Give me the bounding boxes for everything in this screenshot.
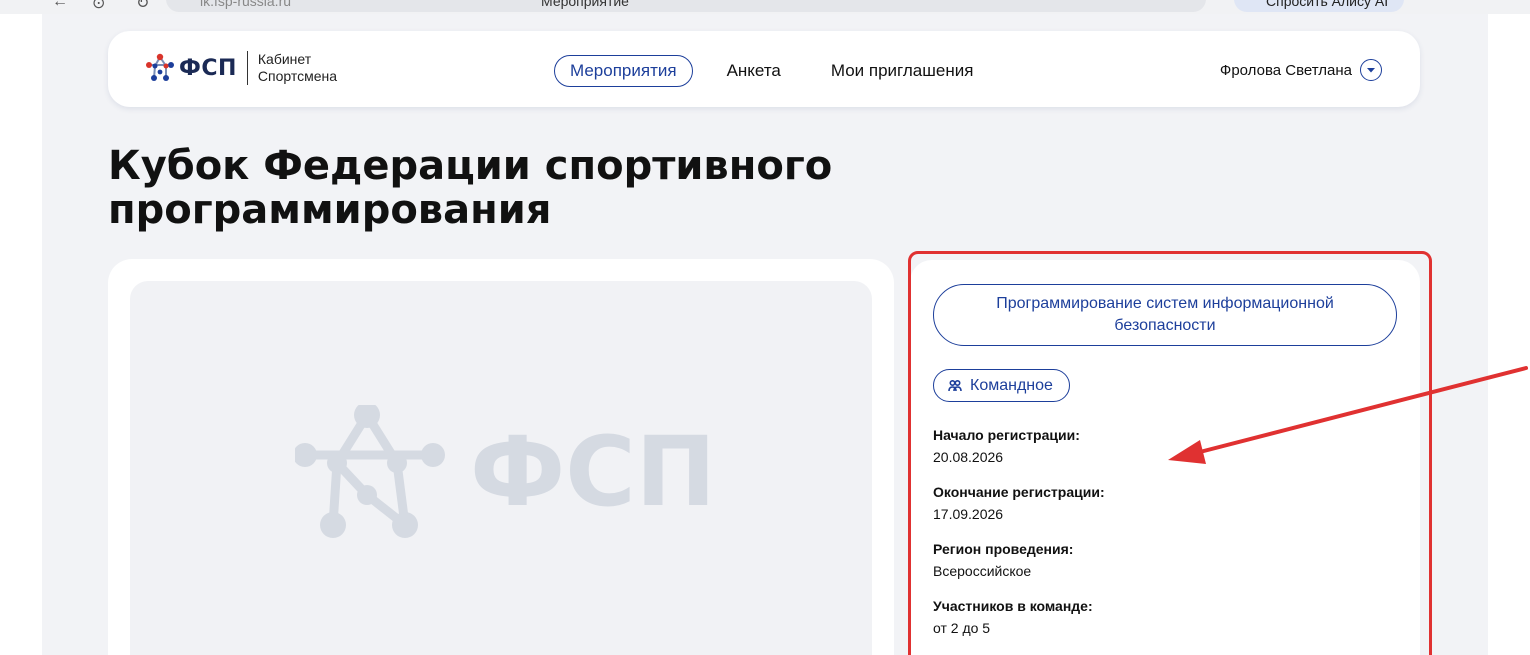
detail-region: Регион проведения: Всероссийское [933,540,1353,580]
chevron-down-icon[interactable] [1360,59,1382,81]
nav-item-events[interactable]: Мероприятия [554,55,693,87]
event-details: Начало регистрации: 20.08.2026 Окончание… [933,426,1353,654]
reload-icon[interactable]: ↻ [136,0,149,13]
event-image-placeholder: ФСП [130,281,872,655]
detail-value: Всероссийское [933,563,1032,579]
site-logo[interactable]: ФСП Кабинет Спортсмена [145,51,337,85]
logo-subtitle-line1: Кабинет [257,51,312,67]
address-bar-url[interactable]: lk.fsp-russia.ru [200,0,291,9]
detail-registration-start: Начало регистрации: 20.08.2026 [933,426,1353,466]
alice-button-label[interactable]: Спросить Алису AI [1266,0,1388,9]
nav-item-profile[interactable]: Анкета [711,55,797,87]
browser-tab-title: Мероприятие [541,0,629,9]
fsp-placeholder-logo-icon: ФСП [295,405,715,538]
detail-registration-end: Окончание регистрации: 17.09.2026 [933,483,1353,523]
detail-label: Участников в команде: [933,598,1093,614]
detail-team-size: Участников в команде: от 2 до 5 [933,597,1353,637]
detail-label: Окончание регистрации: [933,484,1105,500]
address-bar[interactable] [166,0,1206,12]
detail-label: Регион проведения: [933,541,1074,557]
page-title: Кубок Федерации спортивного программиров… [108,143,833,233]
detail-value: 20.08.2026 [933,449,1004,465]
detail-label: Начало регистрации: [933,427,1080,443]
logo-subtitle: Кабинет Спортсмена [258,51,337,85]
nav-item-invitations[interactable]: Мои приглашения [815,55,990,87]
site-header: ФСП Кабинет Спортсмена Мероприятия Анкет… [108,31,1420,107]
event-image-card: ФСП [108,259,894,655]
main-nav: Мероприятия Анкета Мои приглашения [554,55,1007,87]
fsp-logo-icon [146,53,174,81]
user-name[interactable]: Фролова Светлана [1220,62,1352,79]
detail-value: 17.09.2026 [933,506,1004,522]
format-tag-label: Командное [970,376,1053,394]
format-tag: Командное [933,369,1070,402]
browser-toolbar: ← ⊙ ↻ lk.fsp-russia.ru Мероприятие Спрос… [0,0,1530,14]
page: ФСП Кабинет Спортсмена Мероприятия Анкет… [42,14,1488,655]
logo-divider [246,51,248,85]
logo-text: ФСП [179,55,237,81]
detail-value: от 2 до 5 [933,620,991,636]
yandex-icon[interactable]: ⊙ [92,0,105,13]
placeholder-logo-text: ФСП [470,416,715,528]
team-icon [948,379,962,393]
discipline-button[interactable]: Программирование систем информационной б… [933,284,1397,346]
user-menu[interactable]: Фролова Светлана [1220,59,1382,81]
logo-subtitle-line2: Спортсмена [257,68,338,84]
back-icon[interactable]: ← [52,0,68,11]
